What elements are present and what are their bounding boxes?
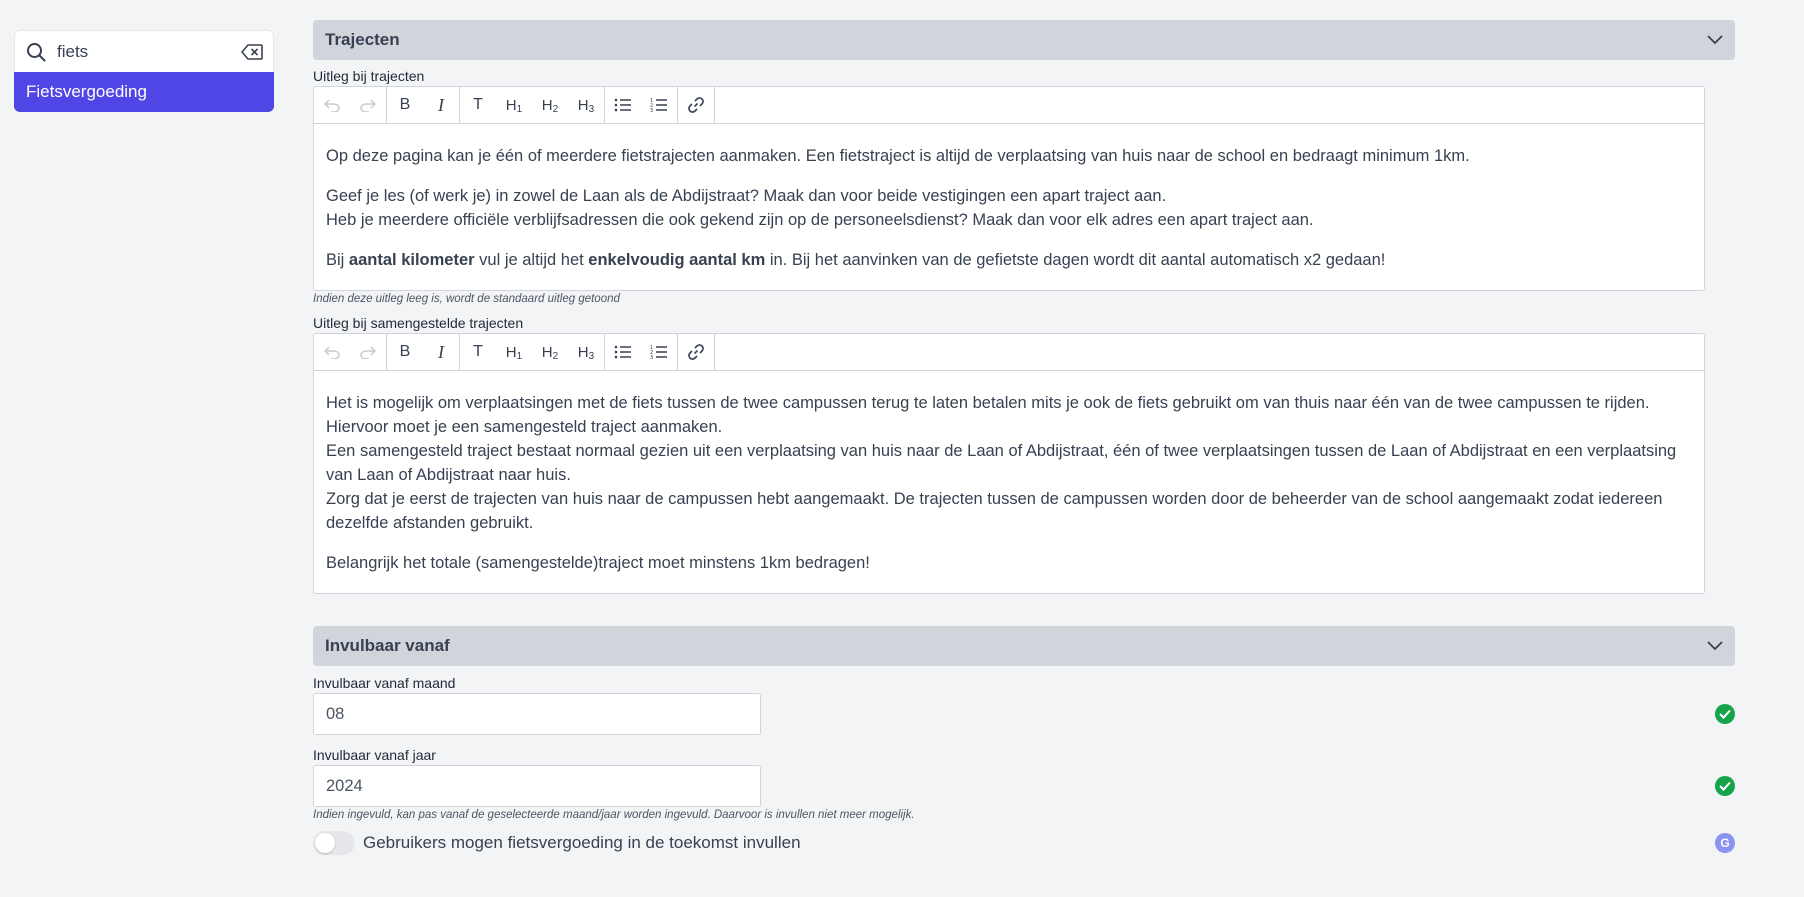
section-header-trajecten[interactable]: Trajecten [313,20,1735,60]
editor1-help-text: Indien deze uitleg leeg is, wordt de sta… [313,293,620,305]
main-content: Trajecten Uitleg bij trajecten B I T H1 [313,20,1735,855]
editor-paragraph: Het is mogelijk om verplaatsingen met de… [326,394,1677,532]
editor-paragraph: Op deze pagina kan je één of meerdere fi… [326,147,1470,165]
jaar-help-text: Indien ingevuld, kan pas vanaf de gesele… [313,809,915,821]
heading2-button[interactable]: H2 [532,87,568,123]
check-icon [1715,776,1735,796]
search-icon [25,41,47,63]
paragraph-button[interactable]: T [460,87,496,123]
bold-button[interactable]: B [387,334,423,370]
jaar-input[interactable]: 2024 [313,765,761,807]
undo-icon [324,346,340,359]
future-toggle[interactable] [313,831,355,855]
toggle-knob [315,833,335,853]
italic-button[interactable]: I [423,87,459,123]
undo-icon [324,99,340,112]
maand-label: Invulbaar vanaf maand [313,675,456,691]
redo-icon [360,99,376,112]
section-title: Trajecten [325,30,400,49]
undo-button[interactable] [314,87,350,123]
heading1-button[interactable]: H1 [496,334,532,370]
maand-input[interactable]: 08 [313,693,761,735]
link-button[interactable] [678,334,714,370]
search-result-item[interactable]: Fietsvergoeding [14,72,274,112]
search-box: fiets [14,30,274,72]
editor2-label: Uitleg bij samengestelde trajecten [313,315,524,331]
bullet-list-icon [614,345,631,359]
link-button[interactable] [678,87,714,123]
check-icon [1715,704,1735,724]
chevron-down-icon[interactable] [1707,636,1723,656]
editor-content[interactable]: Op deze pagina kan je één of meerdere fi… [314,124,1704,290]
bullet-list-button[interactable] [605,87,641,123]
chevron-down-icon[interactable] [1707,30,1723,50]
maand-row: 08 [313,693,1735,735]
redo-icon [360,346,376,359]
redo-button[interactable] [350,87,386,123]
italic-button[interactable]: I [423,334,459,370]
undo-button[interactable] [314,334,350,370]
heading1-button[interactable]: H1 [496,87,532,123]
bullet-list-button[interactable] [605,334,641,370]
ordered-list-icon: 123 [650,345,667,359]
heading2-button[interactable]: H2 [532,334,568,370]
ordered-list-button[interactable]: 123 [641,87,677,123]
bullet-list-icon [614,98,631,112]
paragraph-button[interactable]: T [460,334,496,370]
jaar-row: 2024 [313,765,1735,807]
svg-text:3: 3 [650,108,653,112]
jaar-label: Invulbaar vanaf jaar [313,747,436,763]
search-input[interactable]: fiets [57,42,241,62]
link-icon [688,344,704,360]
editor-paragraph: Belangrijk het totale (samengestelde)tra… [326,554,870,572]
global-badge: G [1715,833,1735,853]
editor-paragraph: Bij aantal kilometer vul je altijd het e… [326,251,1386,269]
clear-search-icon[interactable] [241,41,263,63]
link-icon [688,97,704,113]
rich-text-editor-samengesteld[interactable]: B I T H1 H2 H3 123 Het is mogelijk om ve… [313,333,1705,594]
section-header-invulbaar[interactable]: Invulbaar vanaf [313,626,1735,666]
editor-paragraph: Geef je les (of werk je) in zowel de Laa… [326,187,1314,229]
sidebar: fiets Fietsvergoeding [14,30,274,112]
rich-text-editor-trajecten[interactable]: B I T H1 H2 H3 123 Op deze pagina kan je… [313,86,1705,291]
bold-button[interactable]: B [387,87,423,123]
redo-button[interactable] [350,334,386,370]
editor-toolbar: B I T H1 H2 H3 123 [314,87,1704,124]
heading3-button[interactable]: H3 [568,87,604,123]
ordered-list-icon: 123 [650,98,667,112]
svg-text:3: 3 [650,355,653,359]
ordered-list-button[interactable]: 123 [641,334,677,370]
toggle-label: Gebruikers mogen fietsvergoeding in de t… [363,833,801,852]
editor1-label: Uitleg bij trajecten [313,68,425,84]
heading3-button[interactable]: H3 [568,334,604,370]
editor-content[interactable]: Het is mogelijk om verplaatsingen met de… [314,371,1704,593]
section-title: Invulbaar vanaf [325,636,450,655]
editor-toolbar: B I T H1 H2 H3 123 [314,334,1704,371]
toggle-row: Gebruikers mogen fietsvergoeding in de t… [313,831,1735,855]
